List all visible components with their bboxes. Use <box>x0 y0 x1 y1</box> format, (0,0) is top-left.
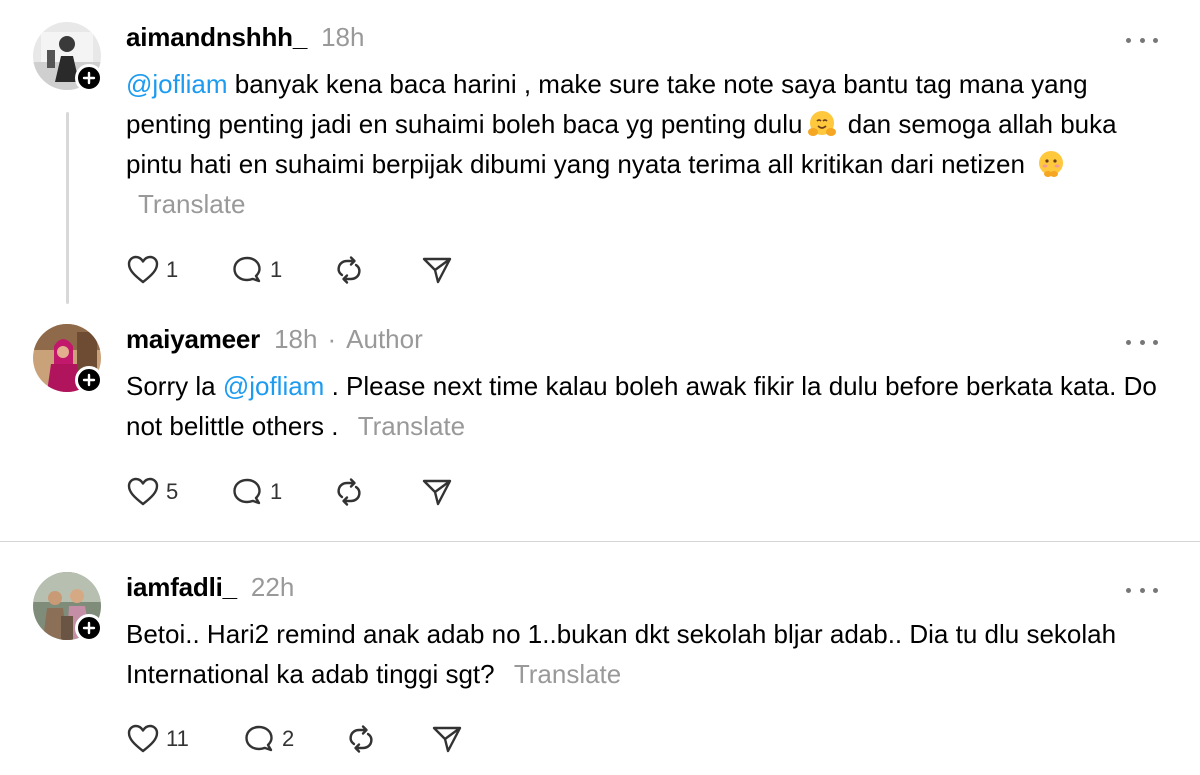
post-header: iamfadli_ 22h <box>126 572 294 603</box>
like-button[interactable]: 1 <box>126 252 230 288</box>
post-text: Betoi.. Hari2 remind anak adab no 1..buk… <box>126 614 1176 694</box>
username[interactable]: iamfadli_ <box>126 572 237 603</box>
share-button[interactable] <box>420 474 480 510</box>
like-count: 1 <box>166 257 179 282</box>
thread-line <box>66 112 69 304</box>
author-tag: Author <box>346 324 423 354</box>
more-icon[interactable] <box>1126 336 1158 348</box>
translate-link[interactable]: Translate <box>358 411 465 441</box>
hugging-face-emoji <box>807 111 836 136</box>
mention-link[interactable]: @jofliam <box>126 69 228 99</box>
reply-button[interactable]: 1 <box>230 474 332 510</box>
translate-link[interactable]: Translate <box>138 189 245 219</box>
avatar-wrap[interactable] <box>33 572 103 642</box>
separator: · <box>327 324 337 354</box>
repost-icon <box>337 256 361 284</box>
share-button[interactable] <box>420 252 480 288</box>
comment-icon <box>245 725 273 752</box>
heart-icon <box>127 477 159 506</box>
follow-plus-icon[interactable] <box>75 614 103 642</box>
timestamp[interactable]: 18h <box>274 324 317 355</box>
more-icon[interactable] <box>1126 584 1158 596</box>
heart-icon <box>127 724 159 753</box>
post-text-part: Betoi.. Hari2 remind anak adab no 1..buk… <box>126 619 1117 689</box>
more-icon[interactable] <box>1126 34 1158 46</box>
repost-button[interactable] <box>344 721 430 757</box>
repost-icon <box>337 478 361 506</box>
reply-count: 1 <box>270 257 283 282</box>
username[interactable]: aimandnshhh_ <box>126 22 307 53</box>
comment-icon <box>233 478 261 505</box>
follow-plus-icon[interactable] <box>75 64 103 92</box>
repost-button[interactable] <box>332 252 420 288</box>
avatar-wrap[interactable] <box>33 22 103 92</box>
repost-button[interactable] <box>332 474 420 510</box>
reply-button[interactable]: 1 <box>230 252 332 288</box>
post-aimandnshhh: aimandnshhh_ 18h @jofliam banyak kena ba… <box>0 0 1200 310</box>
post-text: @jofliam banyak kena baca harini , make … <box>126 64 1176 224</box>
share-icon <box>432 726 462 753</box>
post-iamfadli: iamfadli_ 22h Betoi.. Hari2 remind anak … <box>0 542 1200 775</box>
translate-link[interactable]: Translate <box>514 659 621 689</box>
like-count: 5 <box>166 479 179 504</box>
repost-icon <box>349 725 373 753</box>
like-button[interactable]: 5 <box>126 474 230 510</box>
heart-icon <box>127 255 159 284</box>
comment-icon <box>233 256 261 283</box>
action-bar: 1 1 <box>126 252 480 288</box>
post-maiyameer: maiyameer 18h · Author Sorry la @jofliam… <box>0 310 1200 542</box>
like-button[interactable]: 11 <box>126 721 242 757</box>
username[interactable]: maiyameer <box>126 324 260 355</box>
reply-count: 1 <box>270 479 283 504</box>
like-count: 11 <box>166 726 189 751</box>
post-header: maiyameer 18h · Author <box>126 324 423 355</box>
share-icon <box>422 479 452 506</box>
timestamp[interactable]: 22h <box>251 572 294 603</box>
timestamp[interactable]: 18h <box>321 22 364 53</box>
share-button[interactable] <box>430 721 490 757</box>
action-bar: 5 1 <box>126 474 480 510</box>
post-text-part: Sorry la <box>126 371 223 401</box>
mention-link[interactable]: @jofliam <box>223 371 325 401</box>
shy-face-emoji <box>1039 151 1064 177</box>
avatar-wrap[interactable] <box>33 324 103 394</box>
share-icon <box>422 257 452 284</box>
reply-button[interactable]: 2 <box>242 721 344 757</box>
action-bar: 11 2 <box>126 721 490 757</box>
post-text: Sorry la @jofliam . Please next time kal… <box>126 366 1176 446</box>
follow-plus-icon[interactable] <box>75 366 103 394</box>
post-header: aimandnshhh_ 18h <box>126 22 364 53</box>
reply-count: 2 <box>282 726 295 751</box>
